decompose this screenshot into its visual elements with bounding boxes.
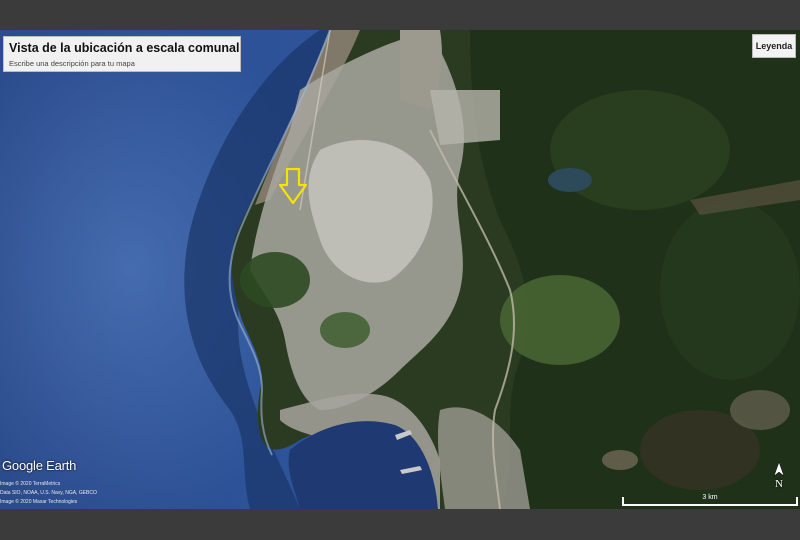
google-earth-logo: Google Earth	[2, 458, 77, 473]
green-hill	[320, 312, 370, 348]
scale-bar: 3 km	[622, 494, 798, 506]
map-title-panel[interactable]: Vista de la ubicación a escala comunal E…	[3, 36, 241, 72]
imagery-credits: Image © 2020 TerraMetrics Data SIO, NOAA…	[0, 480, 97, 507]
scale-line	[622, 504, 798, 506]
map-description: Escribe una descripción para tu mapa	[9, 59, 135, 68]
satellite-map[interactable]	[0, 30, 800, 509]
bare-soil-patch	[602, 450, 638, 470]
bare-soil-patch	[730, 390, 790, 430]
green-hill	[240, 252, 310, 308]
map-title: Vista de la ubicación a escala comunal	[9, 41, 240, 55]
farmland-patch	[500, 275, 620, 365]
google-earth-window: Vista de la ubicación a escala comunal E…	[0, 0, 800, 540]
forest-patch	[550, 90, 730, 210]
credit-line: Data SIO, NOAA, U.S. Navy, NGA, GEBCO	[0, 490, 97, 496]
credit-line: Image © 2020 Maxar Technologies	[0, 499, 78, 505]
scale-tick	[796, 497, 798, 506]
legend-button[interactable]: Leyenda	[752, 34, 796, 58]
satellite-imagery	[0, 30, 800, 509]
urban-area-east	[430, 90, 500, 145]
lake	[548, 168, 592, 192]
forest-patch	[660, 200, 800, 380]
scale-tick	[622, 497, 624, 506]
scale-label: 3 km	[702, 494, 718, 501]
north-label: N	[775, 478, 783, 490]
credit-line: Image © 2020 TerraMetrics	[0, 481, 61, 487]
